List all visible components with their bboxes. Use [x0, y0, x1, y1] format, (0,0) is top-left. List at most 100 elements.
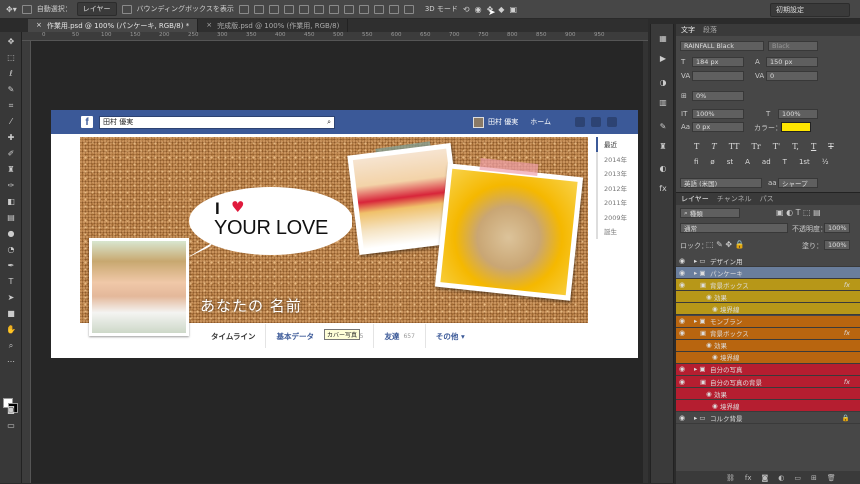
layer-row[interactable]: ◉ ▸ ▣ パンケーキ [676, 267, 860, 280]
brush-tool-icon[interactable]: ✐ [4, 148, 18, 159]
blur-tool-icon[interactable]: ● [4, 228, 18, 239]
font-family-select[interactable]: RAINFALL Black [680, 41, 764, 51]
eraser-tool-icon[interactable]: ◧ [4, 196, 18, 207]
align-right-icon[interactable] [313, 4, 324, 14]
move-tool-icon[interactable]: ✥▾ [6, 5, 17, 14]
layer-row[interactable]: ◉ ▸ ▣ 自分の写真 [676, 363, 860, 376]
quick-mask-icon[interactable]: ◙ [4, 404, 18, 415]
dodge-tool-icon[interactable]: ◔ [4, 244, 18, 255]
fx-icon[interactable]: fx [745, 474, 752, 482]
orbit-3d-icon[interactable]: ⟲ [463, 5, 470, 14]
distribute-bottom-icon[interactable] [358, 4, 369, 14]
fx-badge-icon[interactable]: fx [844, 329, 850, 337]
hand-tool-icon[interactable]: ✋ [4, 324, 18, 335]
swash-icon[interactable]: A [745, 158, 750, 166]
roll-3d-icon[interactable]: ◉ [475, 5, 482, 14]
tab-paragraph[interactable]: 段落 [703, 25, 717, 35]
gradient-tool-icon[interactable]: ▤ [4, 212, 18, 223]
baseline-field[interactable]: 0 px [692, 122, 744, 132]
vertical-scale-percent-field[interactable]: 0% [692, 91, 744, 101]
visibility-eye-icon[interactable]: ◉ [679, 378, 685, 386]
layer-row[interactable]: ◉ ▣ 自分の写真の背景 fx [676, 376, 860, 388]
lasso-tool-icon[interactable]: ℓ [4, 68, 18, 79]
underline-icon[interactable]: T [811, 142, 816, 151]
tab-character[interactable]: 文字 [681, 25, 695, 35]
link-icon[interactable]: ⛓ [726, 474, 735, 482]
visibility-eye-icon[interactable]: ◉ [679, 317, 685, 325]
layer-row[interactable]: ◉ 効果 [676, 388, 860, 401]
layer-row[interactable]: ◉ 効果 [676, 339, 860, 352]
distribute-left-icon[interactable] [373, 4, 384, 14]
opacity-field[interactable]: 100% [824, 223, 850, 233]
bounding-box-checkbox[interactable] [121, 4, 132, 14]
all-caps-icon[interactable]: TT [729, 142, 740, 151]
distribute-middle-icon[interactable] [343, 4, 354, 14]
zoom-tool-icon[interactable]: ⌕ [4, 340, 18, 351]
visibility-eye-icon[interactable]: ◉ [679, 365, 685, 373]
align-bottom-icon[interactable] [268, 4, 279, 14]
adjustments-panel-icon[interactable]: ◐ [657, 162, 669, 174]
ligature-icon[interactable]: fi [694, 158, 698, 166]
clone-panel-icon[interactable]: ♜ [657, 140, 669, 152]
small-caps-icon[interactable]: Tr [752, 142, 761, 151]
swatches-panel-icon[interactable]: ▥ [657, 96, 669, 108]
visibility-eye-icon[interactable]: ◉ [679, 414, 685, 422]
workspace-dropdown[interactable]: 初期設定 [770, 3, 850, 17]
tracking-field[interactable]: 0 [766, 71, 818, 81]
adjustment-icon[interactable]: ◐ [778, 474, 784, 482]
layer-row[interactable]: ◉ ▣ 背景ボックス fx [676, 279, 860, 292]
folder-icon[interactable]: ▭ [794, 474, 801, 482]
fx-badge-icon[interactable]: fx [844, 378, 850, 386]
distribute-right-icon[interactable] [403, 4, 414, 14]
fill-field[interactable]: 100% [824, 240, 850, 250]
visibility-eye-icon[interactable]: ◉ [679, 281, 685, 289]
eyedropper-tool-icon[interactable]: ⁄ [4, 116, 18, 127]
text-color-swatch[interactable] [781, 122, 811, 132]
layer-row[interactable]: ◉ ▣ 背景ボックス fx [676, 327, 860, 340]
stamp-tool-icon[interactable]: ♜ [4, 164, 18, 175]
crop-tool-icon[interactable]: ⌗ [4, 100, 18, 111]
visibility-eye-icon[interactable]: ◉ [679, 257, 685, 265]
leading-field[interactable]: 150 px [766, 57, 818, 67]
fractions-icon[interactable]: ½ [822, 158, 829, 166]
auto-select-checkbox[interactable] [21, 4, 32, 14]
layer-row[interactable]: ◉ 境界線 [676, 303, 860, 316]
history-brush-icon[interactable]: ✑ [4, 180, 18, 191]
titling-icon[interactable]: T [783, 158, 787, 166]
layer-row[interactable]: ◉ ▸ ▣ モンブラン [676, 315, 860, 328]
lock-icons[interactable]: ⬚ ✎ ✥ 🔒 [706, 240, 745, 249]
subscript-icon[interactable]: T, [792, 142, 799, 151]
antialias-select[interactable]: シャープ [778, 178, 818, 188]
quick-select-tool-icon[interactable]: ✎ [4, 84, 18, 95]
stylistic-alternates-icon[interactable]: ad [762, 158, 771, 166]
align-center-icon[interactable] [298, 4, 309, 14]
marquee-tool-icon[interactable]: ⬚ [4, 52, 18, 63]
layer-row[interactable]: ◉ ▸ ▭ コルク背景 🔒 [676, 412, 860, 425]
tab-layers[interactable]: レイヤー [681, 194, 709, 204]
styles-panel-icon[interactable]: fx [657, 182, 669, 194]
scale-3d-icon[interactable]: ▣ [509, 5, 517, 14]
new-layer-icon[interactable]: ⊞ [811, 474, 817, 482]
discretionary-ligature-icon[interactable]: st [727, 158, 733, 166]
language-select[interactable]: 英語 (米国) [680, 178, 762, 188]
layer-row[interactable]: ◉ ▸ ▭ デザイン用 [676, 255, 860, 267]
visibility-eye-icon[interactable]: ◉ [679, 329, 685, 337]
history-panel-icon[interactable]: ▦ [657, 32, 669, 44]
strikethrough-icon[interactable]: T [828, 142, 833, 151]
actions-panel-icon[interactable]: ▶ [657, 52, 669, 64]
align-left-icon[interactable] [283, 4, 294, 14]
contextual-icon[interactable]: ø [710, 158, 714, 166]
tab-close-icon[interactable]: × [36, 21, 42, 30]
type-tool-icon[interactable]: T [4, 276, 18, 287]
layer-filter-select[interactable]: ⌕ 種類 [680, 208, 740, 218]
tab-working[interactable]: × 作業用.psd @ 100% (パンケーキ, RGB/8) * [28, 19, 199, 32]
vertical-scale-field[interactable]: 100% [692, 109, 744, 119]
align-top-icon[interactable] [238, 4, 249, 14]
path-select-tool-icon[interactable]: ➤ [4, 292, 18, 303]
kerning-field[interactable] [692, 71, 744, 81]
font-style-select[interactable]: Black [768, 41, 818, 51]
align-middle-icon[interactable] [253, 4, 264, 14]
superscript-icon[interactable]: T' [773, 142, 781, 151]
visibility-eye-icon[interactable]: ◉ [679, 269, 685, 277]
layer-row[interactable]: ◉ 効果 [676, 291, 860, 304]
